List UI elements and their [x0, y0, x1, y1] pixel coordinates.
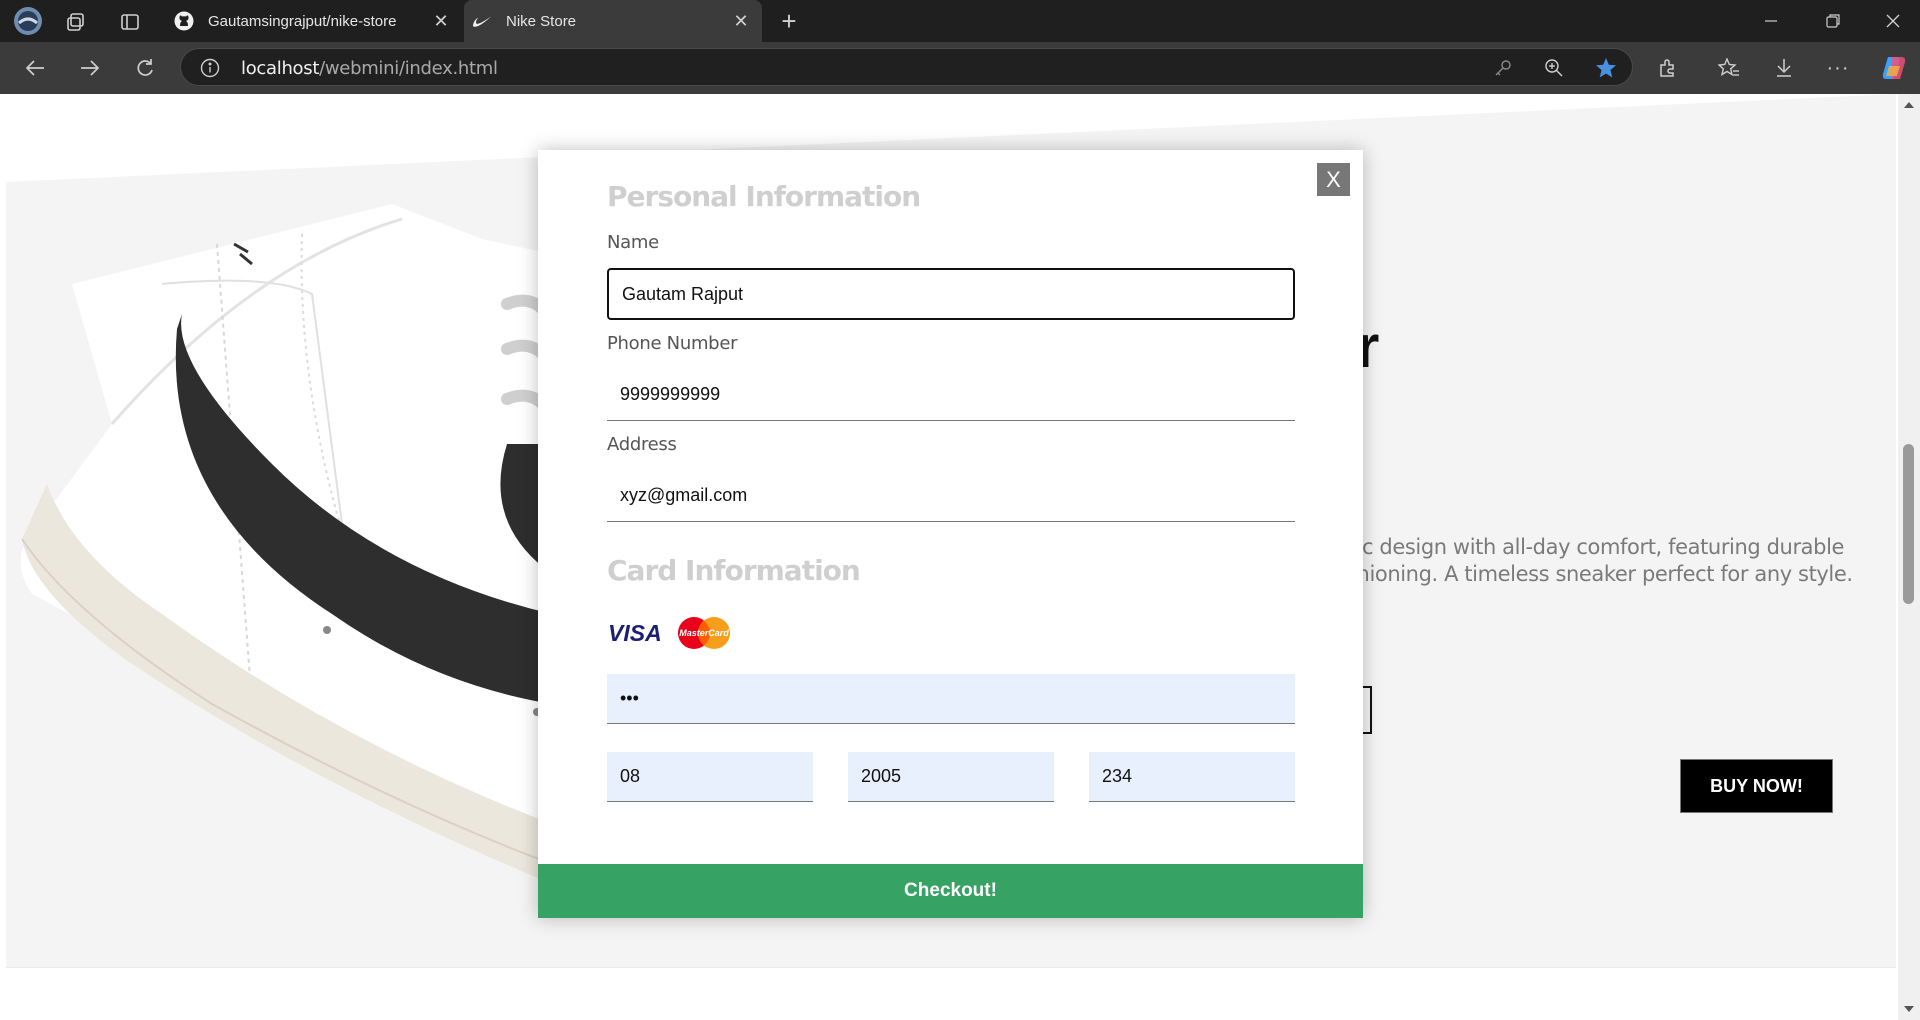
phone-label: Phone Number — [607, 333, 738, 354]
tab-bar: Gautamsingrajput/nike-store ✕ Nike Store… — [0, 0, 1920, 42]
name-input[interactable] — [607, 268, 1295, 320]
password-key-icon[interactable] — [1492, 57, 1514, 79]
expiry-year-input[interactable] — [848, 752, 1054, 802]
close-tab-icon[interactable]: ✕ — [728, 8, 754, 34]
forward-icon[interactable] — [75, 54, 105, 82]
more-menu-icon[interactable]: ··· — [1824, 54, 1852, 82]
github-icon — [174, 11, 194, 31]
visa-logo-text: VISA — [608, 620, 662, 646]
card-information-title: Card Information — [607, 554, 861, 587]
product-description: sic design with all-day comfort, featuri… — [1346, 534, 1898, 588]
site-info-icon[interactable] — [199, 57, 221, 79]
visa-logo-icon: VISA — [608, 620, 662, 646]
new-tab-button[interactable]: + — [774, 6, 804, 36]
name-label: Name — [607, 232, 659, 253]
card-number-input[interactable] — [607, 674, 1295, 724]
description-line: sic design with all-day comfort, featuri… — [1346, 535, 1845, 559]
favorite-star-icon[interactable] — [1594, 56, 1618, 80]
tab-title: Gautamsingrajput/nike-store — [208, 12, 397, 30]
expiry-month-input[interactable] — [607, 752, 813, 802]
address-bar[interactable]: localhost/webmini/index.html — [180, 48, 1633, 86]
address-label: Address — [607, 434, 677, 455]
checkout-button[interactable]: Checkout! — [538, 864, 1363, 918]
restore-icon[interactable] — [1818, 6, 1848, 36]
sneaker-image — [20, 204, 552, 884]
tab-nike-store[interactable]: Nike Store ✕ — [464, 0, 762, 42]
back-icon[interactable] — [20, 54, 50, 82]
close-tab-icon[interactable]: ✕ — [428, 8, 454, 34]
mastercard-logo-icon: MasterCard — [678, 617, 730, 649]
vertical-tabs-icon[interactable] — [116, 8, 144, 36]
url-text: localhost/webmini/index.html — [241, 58, 498, 79]
scroll-up-icon[interactable] — [1898, 98, 1920, 112]
favorites-icon[interactable] — [1715, 54, 1743, 82]
url-host: localhost — [241, 58, 320, 79]
close-window-icon[interactable] — [1878, 6, 1908, 36]
downloads-icon[interactable] — [1770, 54, 1798, 82]
nike-swoosh-icon — [472, 11, 492, 31]
tab-title: Nike Store — [506, 12, 577, 30]
refresh-icon[interactable] — [130, 54, 160, 82]
personal-information-title: Personal Information — [607, 180, 921, 213]
scroll-down-icon[interactable] — [1898, 1002, 1920, 1016]
tab-github[interactable]: Gautamsingrajput/nike-store ✕ — [166, 0, 462, 42]
phone-input[interactable] — [607, 369, 1295, 421]
description-line: shioning. A timeless sneaker perfect for… — [1346, 562, 1853, 586]
checkout-modal: X Personal Information Name Phone Number… — [538, 150, 1363, 918]
buy-now-button[interactable]: BUY NOW! — [1680, 759, 1833, 813]
copilot-icon[interactable] — [1878, 52, 1910, 84]
page-scrollbar[interactable] — [1898, 94, 1920, 1020]
section-divider — [6, 967, 1896, 968]
close-modal-button[interactable]: X — [1317, 163, 1350, 196]
scrollbar-thumb[interactable] — [1903, 444, 1914, 604]
zoom-icon[interactable] — [1543, 57, 1565, 79]
card-logos: VISA MasterCard — [607, 616, 732, 650]
toolbar: localhost/webmini/index.html ··· — [0, 42, 1920, 94]
mastercard-logo-text: MasterCard — [679, 628, 729, 638]
address-input[interactable] — [607, 470, 1295, 522]
minimize-icon[interactable] — [1756, 6, 1786, 36]
profile-avatar-icon[interactable] — [12, 5, 44, 37]
url-path: /webmini/index.html — [319, 58, 498, 79]
workspaces-icon[interactable] — [62, 8, 90, 36]
cvv-input[interactable] — [1089, 752, 1295, 802]
extensions-icon[interactable] — [1654, 54, 1682, 82]
